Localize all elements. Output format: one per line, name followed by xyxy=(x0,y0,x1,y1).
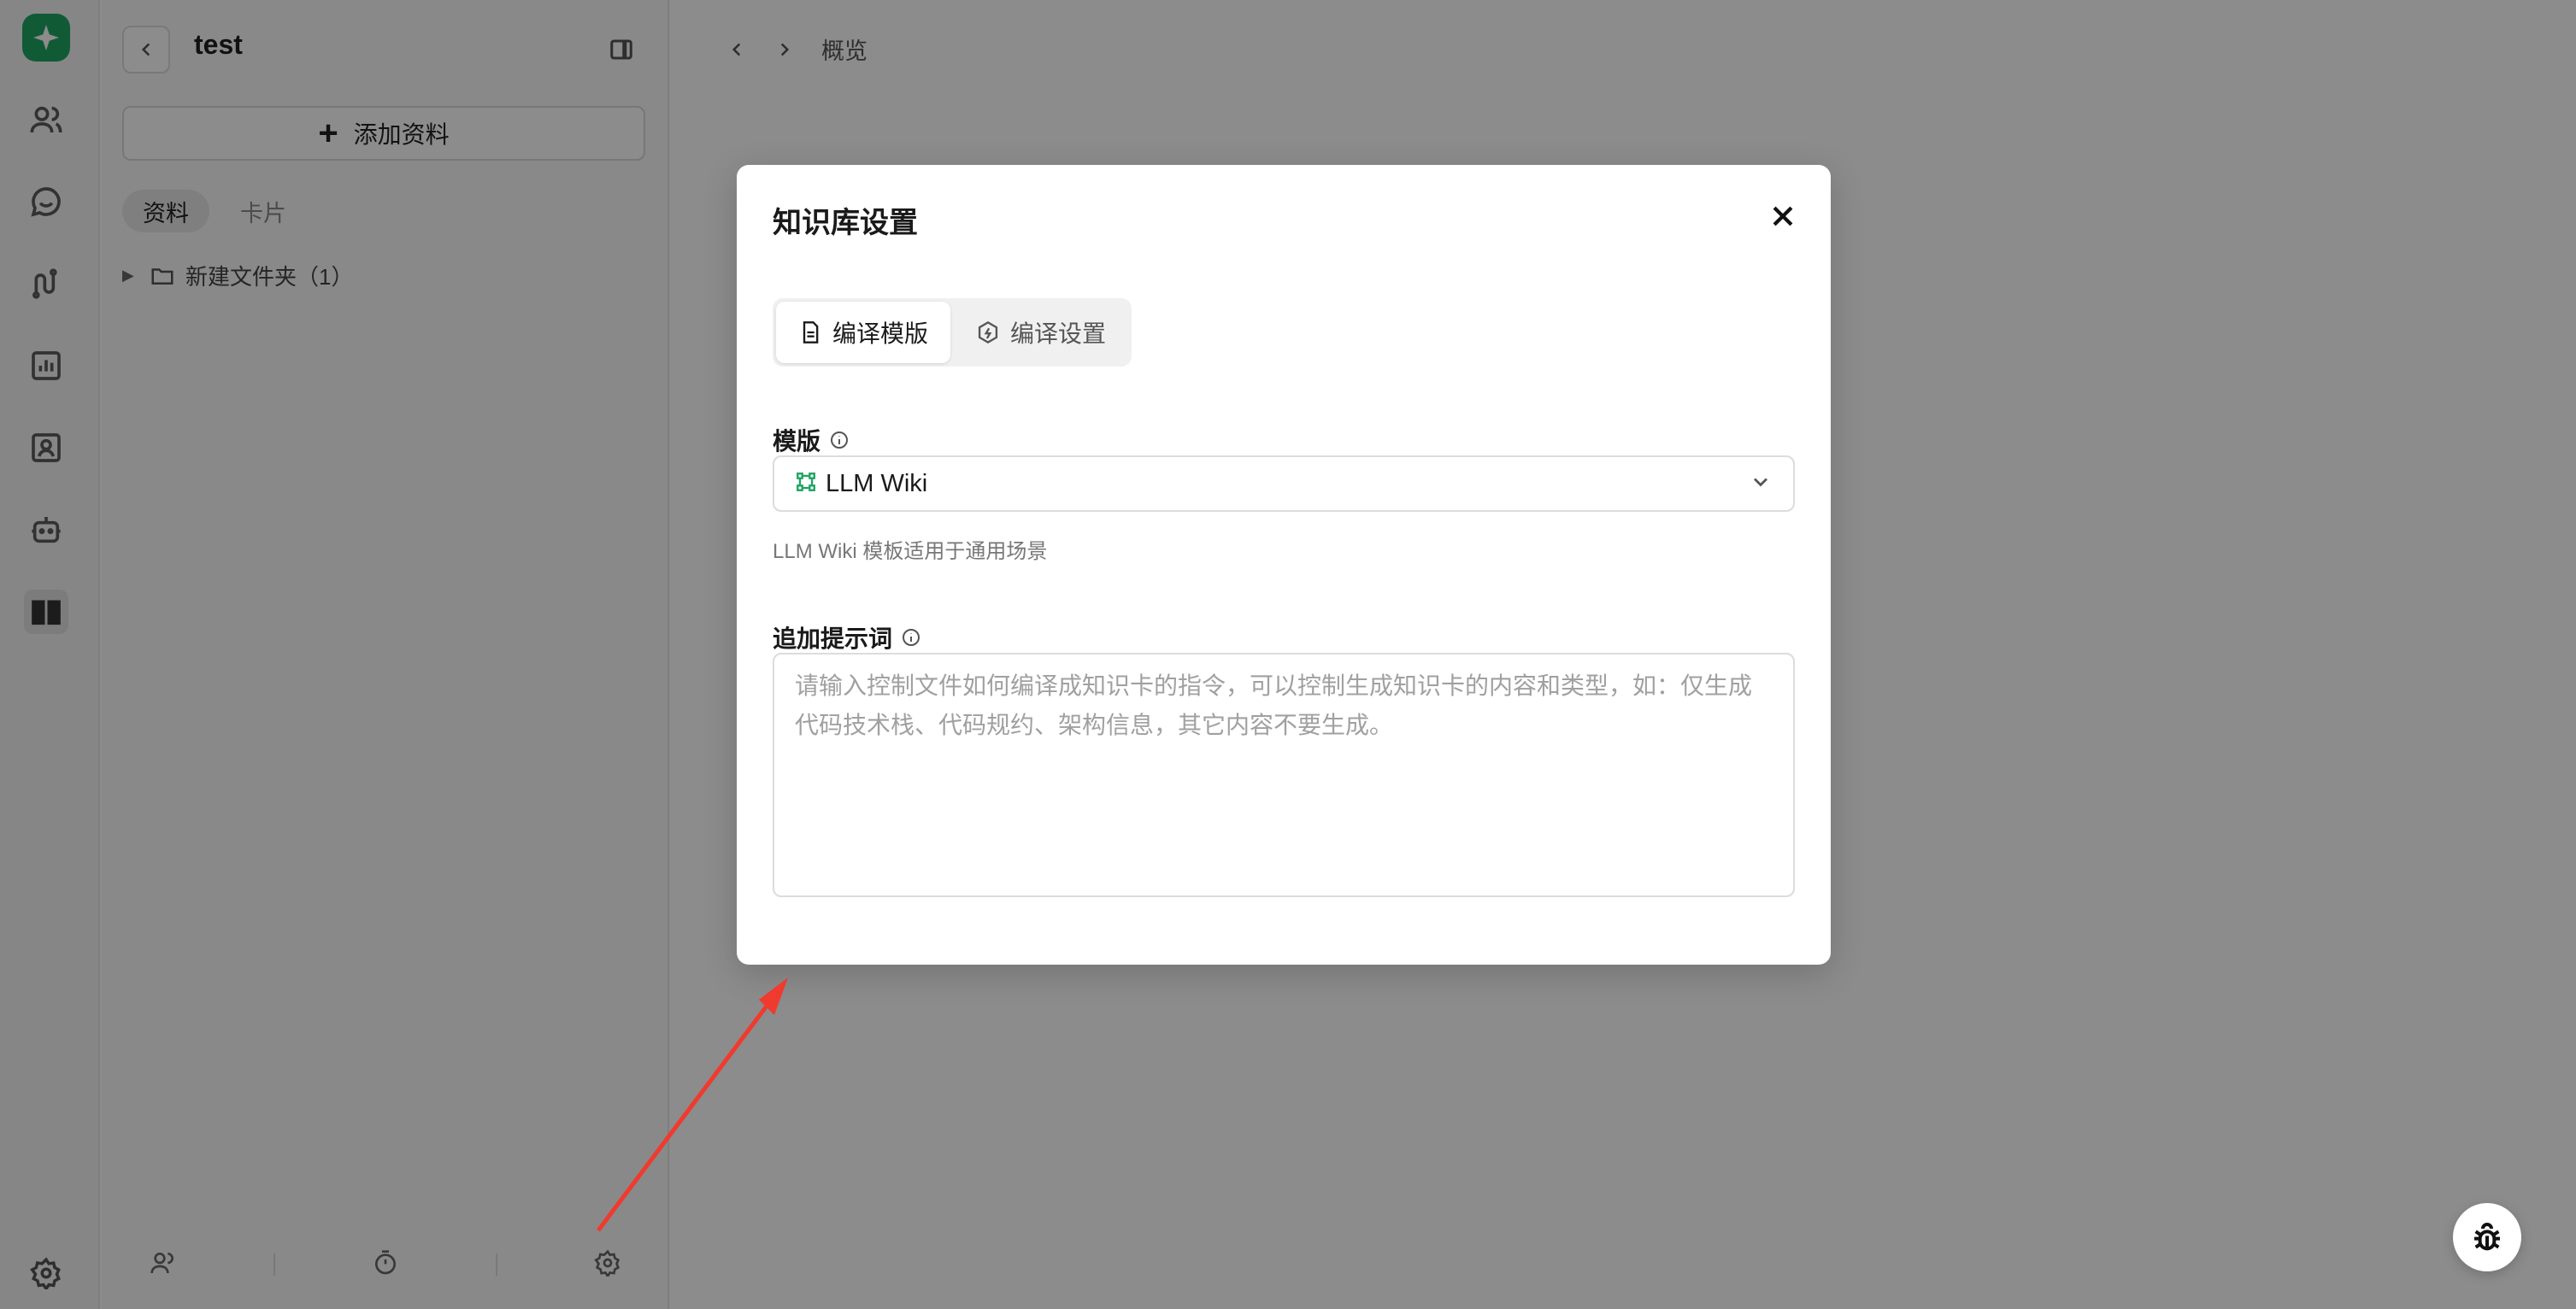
template-select[interactable]: LLM Wiki xyxy=(773,455,1795,512)
dialog-tabs: 编译模版 编译设置 xyxy=(773,298,1132,367)
info-icon[interactable] xyxy=(829,430,850,450)
dialog-title: 知识库设置 xyxy=(773,207,918,239)
debug-button[interactable] xyxy=(2453,1203,2521,1271)
knowledge-settings-dialog: 知识库设置 编译模版 编译设置 模版 LLM Wiki LLM Wiki 模板适… xyxy=(737,165,1831,965)
tab-compile-settings[interactable]: 编译设置 xyxy=(954,302,1128,363)
chevron-down-icon xyxy=(1749,470,1773,498)
template-nodes-icon xyxy=(795,471,817,497)
info-icon[interactable] xyxy=(901,627,921,648)
label-text: 追加提示词 xyxy=(773,625,893,652)
label-text: 模版 xyxy=(773,428,821,455)
bug-icon xyxy=(2474,1223,2500,1251)
tab-compile-template[interactable]: 编译模版 xyxy=(776,302,950,363)
tab-label: 编译模版 xyxy=(832,320,928,347)
additional-prompt-textarea[interactable] xyxy=(773,653,1795,897)
tab-label: 编译设置 xyxy=(1009,320,1106,347)
prompt-field-label: 追加提示词 xyxy=(773,620,921,654)
template-select-value: LLM Wiki xyxy=(826,469,928,497)
close-icon[interactable] xyxy=(1762,196,1803,237)
document-icon xyxy=(803,321,819,343)
template-field-label: 模版 xyxy=(773,423,850,457)
settings-hex-icon xyxy=(978,320,998,344)
template-helper-text: LLM Wiki 模板适用于通用场景 xyxy=(773,540,1048,563)
